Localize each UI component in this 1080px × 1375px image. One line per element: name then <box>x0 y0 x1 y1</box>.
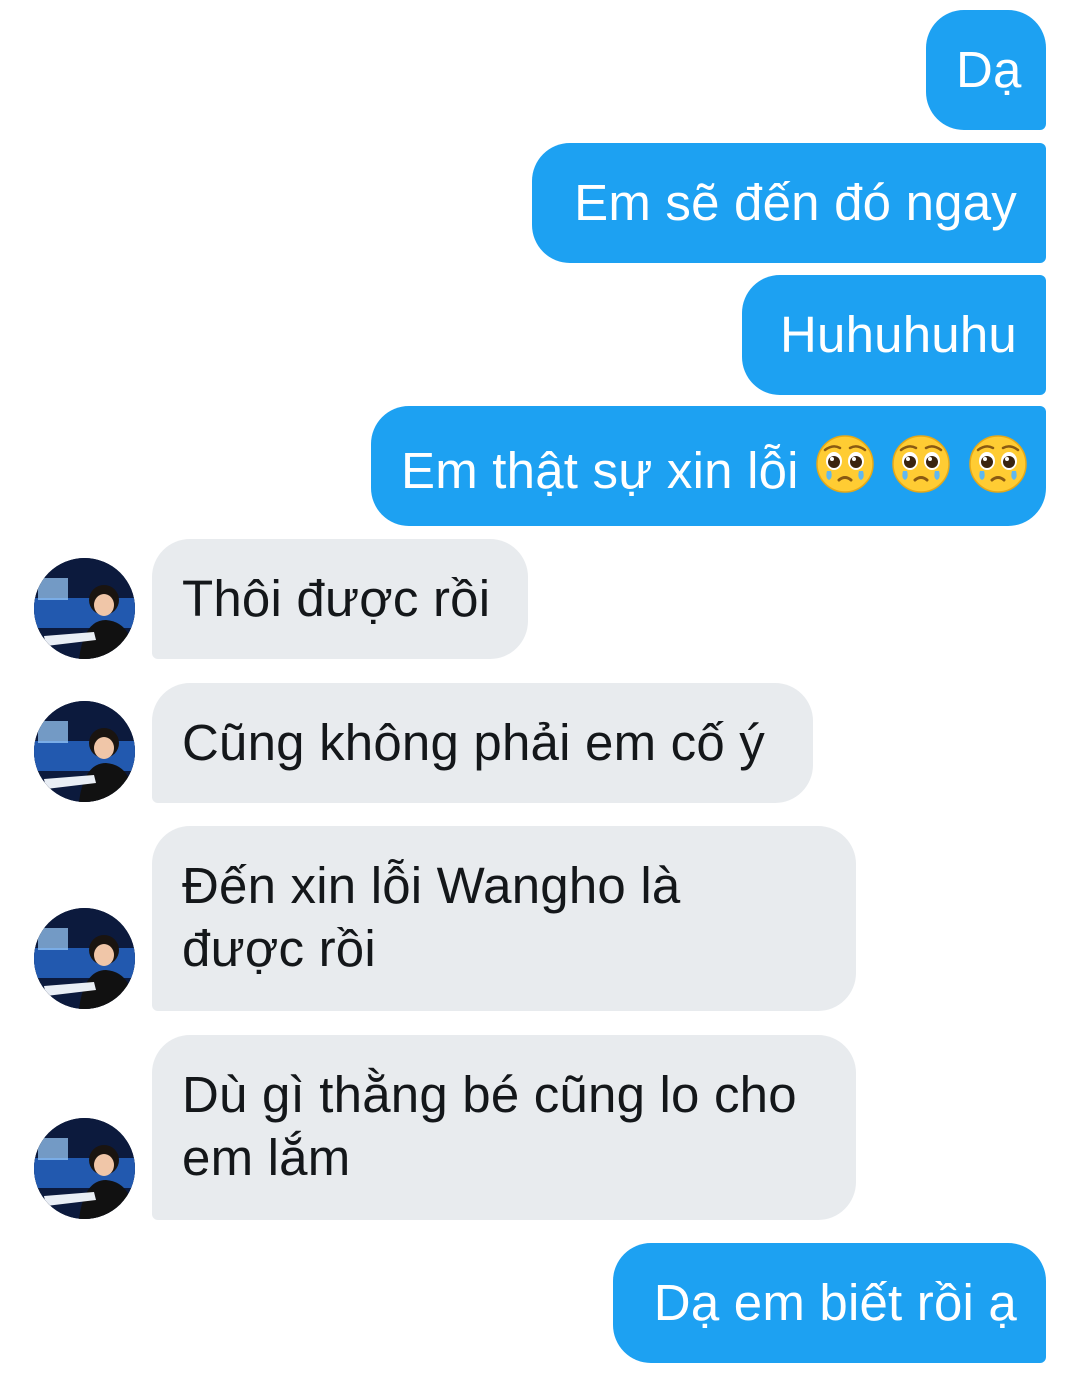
message-text: Đến xin lỗi Wangho là được rồi <box>182 857 681 977</box>
avatar[interactable] <box>34 558 135 659</box>
message-text: Em thật sự xin lỗi <box>401 442 799 499</box>
avatar[interactable] <box>34 1118 135 1219</box>
message-text: Dạ <box>956 41 1022 98</box>
avatar[interactable] <box>34 908 135 1009</box>
pleading-face-icon <box>815 434 875 508</box>
pleading-face-icon <box>891 434 951 508</box>
outgoing-message[interactable]: Em thật sự xin lỗi <box>371 406 1046 526</box>
incoming-message[interactable]: Cũng không phải em cố ý <box>152 683 813 803</box>
pleading-face-icon <box>968 434 1028 508</box>
message-text: Dạ em biết rồi ạ <box>653 1274 1017 1331</box>
incoming-message[interactable]: Thôi được rồi <box>152 539 528 659</box>
message-text: Cũng không phải em cố ý <box>182 714 765 771</box>
message-text: Huhuhuhu <box>780 306 1017 363</box>
message-text: Em sẽ đến đó ngay <box>574 174 1017 231</box>
outgoing-message[interactable]: Dạ <box>926 10 1046 130</box>
message-text: Dù gì thằng bé cũng lo cho em lắm <box>182 1066 797 1186</box>
message-text: Thôi được rồi <box>182 570 491 627</box>
message-thread: Dạ Em sẽ đến đó ngay Huhuhuhu Em thật sự… <box>0 0 1080 1375</box>
incoming-message[interactable]: Đến xin lỗi Wangho là được rồi <box>152 826 856 1011</box>
avatar[interactable] <box>34 701 135 802</box>
incoming-message[interactable]: Dù gì thằng bé cũng lo cho em lắm <box>152 1035 856 1220</box>
outgoing-message[interactable]: Huhuhuhu <box>742 275 1046 395</box>
outgoing-message[interactable]: Dạ em biết rồi ạ <box>613 1243 1046 1363</box>
outgoing-message[interactable]: Em sẽ đến đó ngay <box>532 143 1046 263</box>
